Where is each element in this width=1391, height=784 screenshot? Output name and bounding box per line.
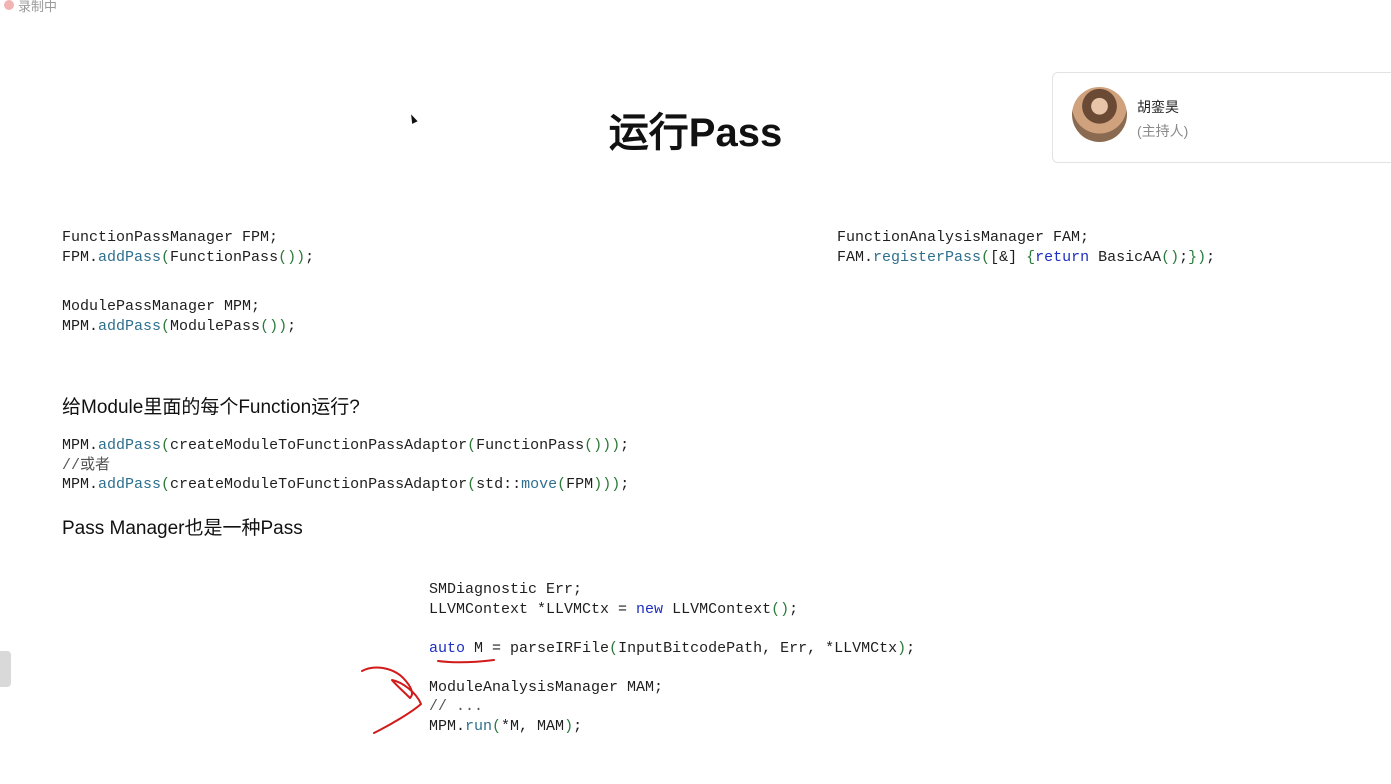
- code-comment: //或者: [62, 456, 111, 474]
- code-comment: // ...: [429, 698, 484, 715]
- code-block-adaptor: MPM.addPass(createModuleToFunctionPassAd…: [62, 436, 629, 495]
- code-block-mpm: ModulePassManager MPM; MPM.addPass(Modul…: [62, 297, 296, 336]
- code-line: MPM.addPass(createModuleToFunctionPassAd…: [62, 476, 630, 493]
- code-line: FunctionAnalysisManager FAM;: [837, 229, 1090, 246]
- code-line: MPM.addPass(ModulePass());: [62, 317, 297, 335]
- code-block-fam: FunctionAnalysisManager FAM; FAM.registe…: [837, 228, 1215, 267]
- recording-label: 录制中: [18, 0, 58, 14]
- avatar: [1072, 87, 1127, 142]
- code-line: ModuleAnalysisManager MAM;: [429, 678, 664, 696]
- bracket-annotation: [361, 666, 422, 734]
- presenter-card[interactable]: 胡銮昊 (主持人): [1052, 72, 1391, 163]
- presenter-role: (主持人): [1137, 123, 1189, 139]
- code-block-fpm: FunctionPassManager FPM; FPM.addPass(Fun…: [62, 228, 314, 267]
- code-line: auto M = parseIRFile(InputBitcodePath, E…: [429, 639, 916, 657]
- statement-text: Pass Manager也是一种Pass: [62, 518, 303, 539]
- code-line: FunctionPassManager FPM;: [62, 229, 279, 246]
- code-line: MPM.addPass(createModuleToFunctionPassAd…: [62, 437, 630, 454]
- code-line: FAM.registerPass([&] {return BasicAA();}…: [837, 248, 1216, 266]
- code-line: SMDiagnostic Err;: [429, 581, 583, 598]
- code-line: MPM.run(*M, MAM);: [429, 717, 583, 735]
- code-line: LLVMContext *LLVMCtx = new LLVMContext()…: [429, 600, 799, 618]
- code-line: FPM.addPass(FunctionPass());: [62, 248, 315, 266]
- presenter-name: 胡銮昊: [1137, 99, 1179, 115]
- record-dot-icon: [4, 0, 14, 10]
- side-panel-handle[interactable]: [0, 651, 11, 687]
- code-block-run: SMDiagnostic Err; LLVMContext *LLVMCtx =…: [429, 580, 915, 736]
- code-line: ModulePassManager MPM;: [62, 298, 261, 315]
- recording-indicator: 录制中: [0, 0, 63, 14]
- question-text: 给Module里面的每个Function运行?: [62, 397, 360, 418]
